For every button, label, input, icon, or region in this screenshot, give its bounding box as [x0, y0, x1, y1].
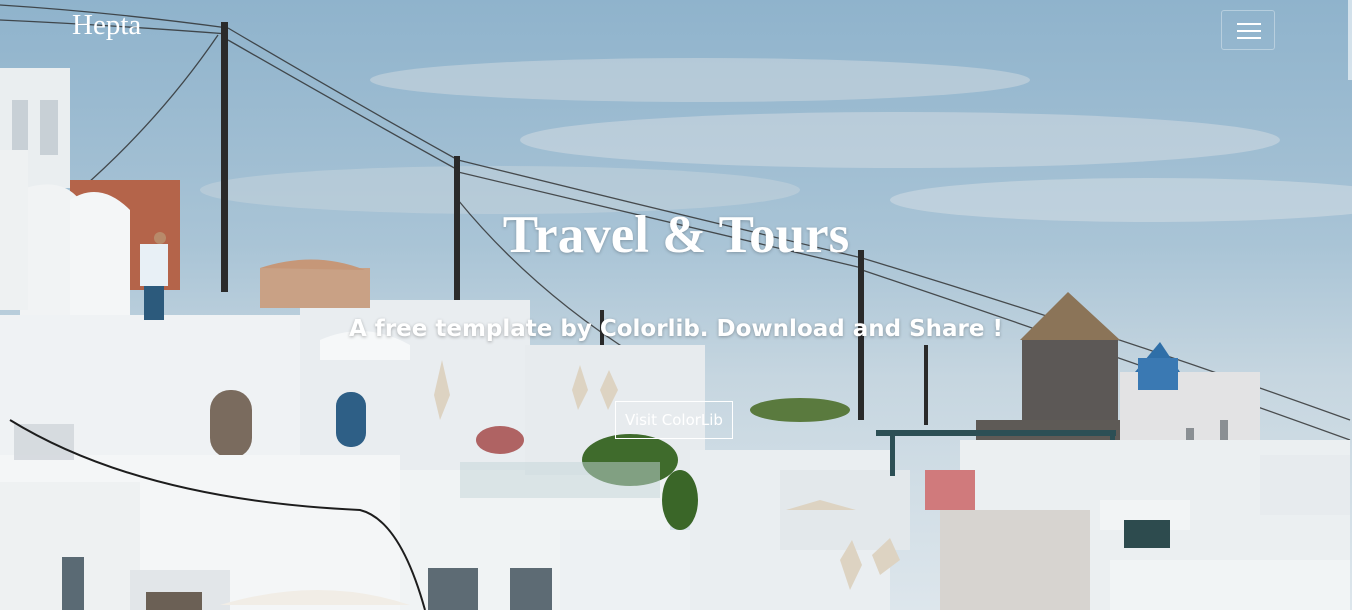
visit-colorlib-button[interactable]: Visit ColorLib	[615, 401, 733, 439]
hero-subtitle: A free template by Colorlib. Download an…	[349, 316, 1003, 342]
brand-logo-link[interactable]: Hepta	[72, 9, 141, 42]
scrollbar[interactable]	[1348, 0, 1352, 80]
hero-title: Travel & Tours	[502, 206, 850, 264]
hamburger-menu-icon	[1237, 23, 1261, 25]
hamburger-menu-icon	[1237, 30, 1261, 32]
menu-toggle-button[interactable]	[1221, 10, 1275, 50]
santorini-background-image	[0, 4, 1352, 610]
hero-section: Hepta Travel & Tours A free template by …	[0, 0, 1352, 610]
navbar: Hepta	[0, 0, 1352, 56]
hamburger-menu-icon	[1237, 37, 1261, 39]
